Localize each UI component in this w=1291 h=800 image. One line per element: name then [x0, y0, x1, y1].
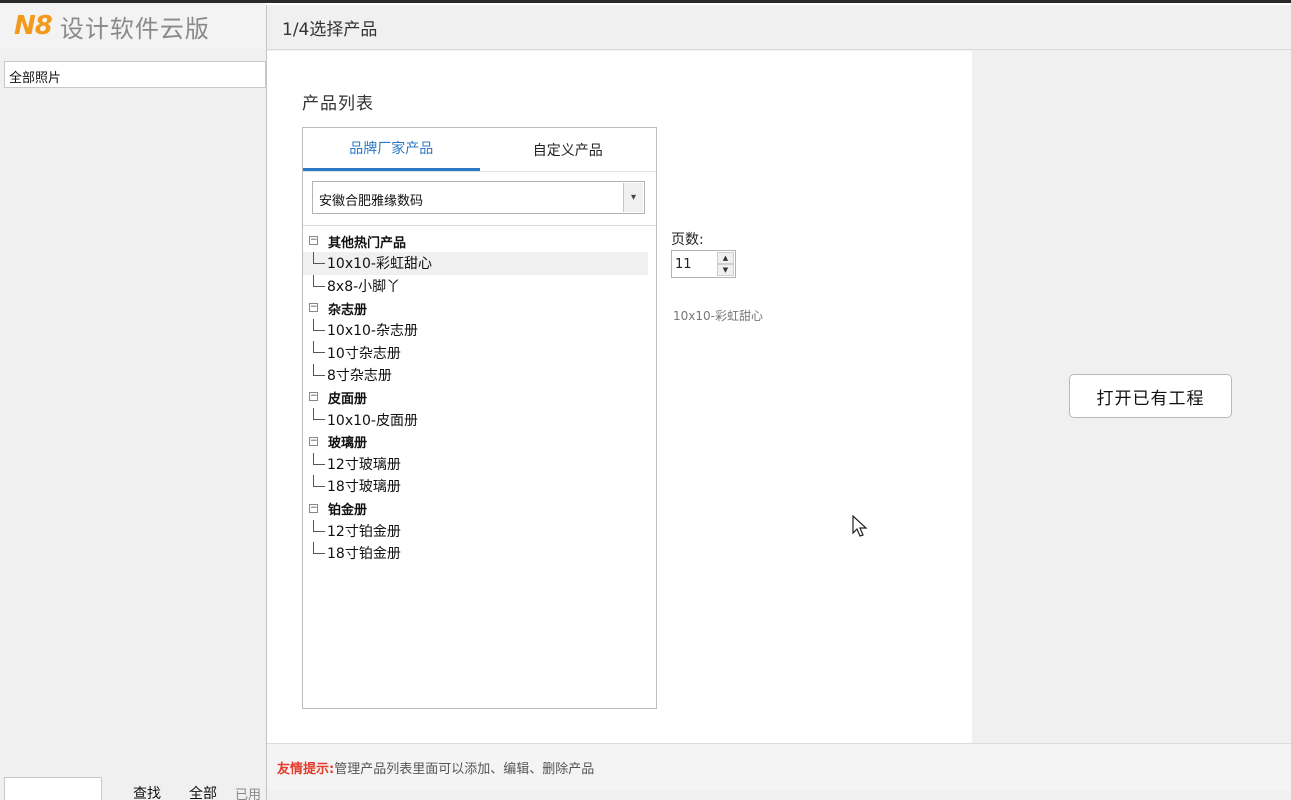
- increment-icon[interactable]: ▲: [717, 252, 734, 264]
- open-project-button[interactable]: 打开已有工程: [1069, 374, 1232, 418]
- app-sidebar: N8 设计软件云版 全部照片 查找 全部 已用: [0, 0, 266, 800]
- collapse-icon[interactable]: −: [309, 236, 318, 245]
- tree-group-label: 铂金册: [328, 503, 368, 519]
- app-header: N8 设计软件云版: [0, 3, 266, 49]
- app-logo: N8: [14, 11, 53, 41]
- tree-branch-line: [313, 519, 325, 532]
- mouse-cursor-icon: [852, 515, 868, 537]
- tab-custom-products[interactable]: 自定义产品: [480, 128, 657, 171]
- tree-group-label: 杂志册: [328, 302, 368, 318]
- tree-branch-line: [313, 542, 325, 555]
- tree-item[interactable]: 10寸杂志册: [303, 341, 656, 363]
- decrement-icon[interactable]: ▼: [717, 264, 734, 276]
- collapse-icon[interactable]: −: [309, 503, 318, 513]
- chevron-down-icon[interactable]: ▾: [623, 183, 643, 212]
- tree-group-label: 皮面册: [328, 391, 368, 407]
- tree-branch-line: [313, 252, 325, 265]
- right-panel: 打开已有工程: [972, 51, 1291, 743]
- tree-branch-line: [313, 408, 325, 421]
- tree-group[interactable]: − 玻璃册: [303, 431, 656, 453]
- product-tabs: 品牌厂家产品 自定义产品: [303, 128, 656, 172]
- product-content: 产品列表 品牌厂家产品 自定义产品 安徽合肥雅缘数码 ▾ − 其他热门产品 10…: [267, 51, 972, 743]
- search-input[interactable]: [4, 777, 102, 800]
- dialog-title: 1/4选择产品: [267, 5, 1291, 50]
- tree-item-label: 10寸杂志册: [327, 345, 401, 362]
- tree-branch-line: [313, 319, 325, 332]
- tree-item-label: 10x10-彩虹甜心: [327, 256, 432, 273]
- tree-group[interactable]: − 杂志册: [303, 297, 656, 319]
- pages-stepper[interactable]: 11 ▲ ▼: [671, 250, 736, 278]
- tree-item-label: 8寸杂志册: [327, 367, 392, 384]
- tree-item-label: 12寸铂金册: [327, 524, 401, 540]
- tree-item[interactable]: 10x10-皮面册: [303, 408, 656, 430]
- tree-group-label: 玻璃册: [328, 436, 368, 452]
- tree-item[interactable]: 12寸铂金册: [303, 519, 656, 542]
- tree-branch-line: [313, 363, 325, 376]
- pages-label: 页数:: [671, 232, 704, 248]
- tab-brand-products[interactable]: 品牌厂家产品: [303, 128, 480, 171]
- pages-value: 11: [675, 257, 692, 272]
- tree-item-label: 18寸铂金册: [327, 546, 401, 563]
- tip-bar: 友情提示: 管理产品列表里面可以添加、编辑、删除产品: [267, 743, 1291, 790]
- stepper-buttons: ▲ ▼: [717, 252, 734, 276]
- tree-item[interactable]: 10x10-杂志册: [303, 319, 656, 341]
- tree-group[interactable]: − 其他热门产品: [303, 230, 656, 252]
- collapse-icon[interactable]: −: [309, 392, 318, 402]
- tree-item[interactable]: 12寸玻璃册: [303, 452, 656, 475]
- used-filter[interactable]: 已用: [235, 784, 261, 800]
- product-list-panel: 品牌厂家产品 自定义产品 安徽合肥雅缘数码 ▾ − 其他热门产品 10x10-彩…: [302, 127, 657, 709]
- collapse-icon[interactable]: −: [309, 436, 318, 446]
- tree-item-label: 8x8-小脚丫: [327, 278, 401, 295]
- tree-item-label: 18寸玻璃册: [327, 479, 401, 496]
- collapse-icon[interactable]: −: [309, 302, 318, 312]
- tree-item[interactable]: 8x8-小脚丫: [303, 274, 656, 297]
- tree-item-label: 12寸玻璃册: [327, 457, 401, 474]
- tree-group[interactable]: − 皮面册: [303, 386, 656, 408]
- tree-item[interactable]: 18寸铂金册: [303, 542, 656, 564]
- tree-item-label: 10x10-皮面册: [327, 412, 418, 429]
- tree-branch-line: [313, 274, 325, 287]
- tree-branch-line: [313, 452, 325, 465]
- tree-item-label: 10x10-杂志册: [327, 323, 418, 340]
- tree-item[interactable]: 18寸玻璃册: [303, 475, 656, 497]
- selected-product-label: 10x10-彩虹甜心: [673, 309, 763, 323]
- tree-group-label: 其他热门产品: [328, 235, 407, 251]
- find-button[interactable]: 查找: [133, 783, 161, 800]
- product-list-title: 产品列表: [302, 94, 374, 114]
- tip-text: 管理产品列表里面可以添加、编辑、删除产品: [334, 761, 595, 777]
- album-select[interactable]: 全部照片: [4, 61, 266, 88]
- app-title: 设计软件云版: [59, 14, 210, 43]
- logo-text: N8: [14, 11, 53, 41]
- select-product-dialog: 1/4选择产品 产品列表 品牌厂家产品 自定义产品 安徽合肥雅缘数码 ▾ − 其…: [266, 5, 1291, 800]
- brand-dropdown[interactable]: 安徽合肥雅缘数码 ▾: [312, 181, 645, 214]
- tree-item[interactable]: 10x10-彩虹甜心: [303, 252, 648, 275]
- tree-branch-line: [313, 341, 325, 354]
- tree-item[interactable]: 8寸杂志册: [303, 363, 656, 386]
- brand-dropdown-value: 安徽合肥雅缘数码: [319, 194, 424, 209]
- tree-group[interactable]: − 铂金册: [303, 498, 656, 520]
- all-button[interactable]: 全部: [189, 783, 217, 800]
- tip-label: 友情提示:: [277, 761, 335, 777]
- tree-branch-line: [313, 475, 325, 488]
- bottom-toolbar: 查找 全部 已用: [0, 773, 266, 800]
- product-tree: − 其他热门产品 10x10-彩虹甜心 8x8-小脚丫 − 杂志册 10x10-…: [303, 225, 656, 564]
